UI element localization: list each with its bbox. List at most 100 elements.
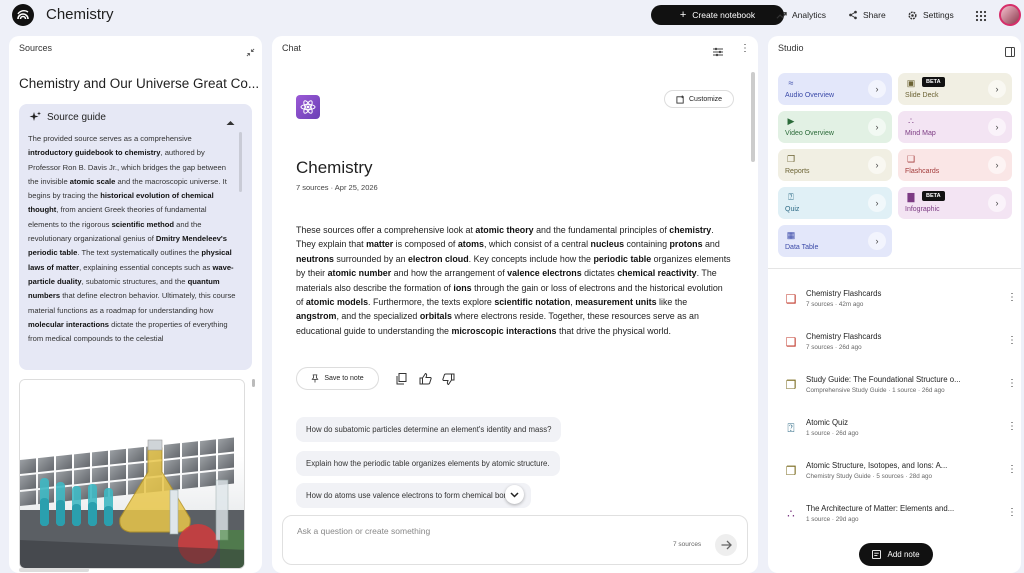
more-options-icon[interactable]: ⋮: [1007, 421, 1017, 432]
suggested-question[interactable]: How do subatomic particles determine an …: [296, 417, 562, 442]
note-item[interactable]: ❑ Chemistry Flashcards 7 sources · 42m ago…: [782, 287, 1017, 317]
chevron-up-icon[interactable]: [226, 113, 235, 131]
settings-button[interactable]: Settings: [907, 6, 954, 24]
notebook-title[interactable]: Chemistry: [46, 6, 114, 23]
note-item[interactable]: ⍰ Atomic Quiz 1 source · 26d ago ⋮: [782, 416, 1017, 446]
sources-scrollbar[interactable]: [252, 379, 255, 387]
studio-tile-quiz[interactable]: ⍰ Quiz ›: [778, 187, 892, 219]
note-item[interactable]: ❐ Study Guide: The Foundational Structure…: [782, 373, 1017, 403]
sparkle-icon: [29, 111, 41, 121]
studio-tile-slide-deck[interactable]: ▣ BETA Slide Deck ›: [898, 73, 1012, 105]
image-scrollbar[interactable]: [19, 568, 89, 572]
thumbs-up-icon[interactable]: [418, 372, 432, 386]
studio-header-label: Studio: [778, 43, 804, 53]
avatar[interactable]: [999, 4, 1021, 26]
add-note-label: Add note: [887, 550, 920, 559]
studio-tile-reports[interactable]: ❐ Reports ›: [778, 149, 892, 181]
copy-icon[interactable]: [394, 372, 408, 386]
send-button[interactable]: [715, 534, 737, 556]
suggested-question[interactable]: How do atoms use valence electrons to fo…: [296, 483, 531, 508]
note-meta: 1 source · 29d ago: [806, 516, 859, 523]
studio-tile-label: Mind Map: [905, 130, 936, 137]
data-table-icon: ▦: [786, 229, 796, 240]
chat-header: Chat: [272, 36, 758, 60]
chevron-right-icon[interactable]: ›: [868, 118, 886, 136]
audio-wave-icon: ≈: [788, 78, 794, 88]
share-button[interactable]: Share: [848, 6, 886, 24]
more-options-icon[interactable]: ⋮: [1007, 378, 1017, 389]
source-cover-image: [19, 379, 245, 569]
source-guide-header[interactable]: Source guide: [29, 111, 106, 123]
arrow-right-icon: [721, 540, 732, 550]
note-title: Chemistry Flashcards: [806, 289, 882, 298]
studio-tile-label: Flashcards: [905, 168, 940, 175]
more-options-icon[interactable]: ⋮: [1007, 464, 1017, 475]
chevron-right-icon[interactable]: ›: [868, 232, 886, 250]
suggested-question[interactable]: Explain how the periodic table organizes…: [296, 451, 560, 476]
chevron-right-icon[interactable]: ›: [988, 194, 1006, 212]
studio-tile-label: Slide Deck: [905, 92, 939, 99]
chat-input[interactable]: [297, 526, 597, 536]
more-options-icon[interactable]: ⋮: [1007, 507, 1017, 518]
video-icon: ▶: [787, 115, 795, 126]
sources-header: Sources: [9, 36, 262, 60]
source-guide: Source guide The provided source serves …: [19, 104, 252, 370]
chevron-right-icon[interactable]: ›: [868, 194, 886, 212]
scroll-down-button[interactable]: [505, 485, 524, 504]
studio-tile-label: Audio Overview: [785, 92, 835, 99]
report-icon: ❐: [786, 153, 796, 164]
studio-tile-infographic[interactable]: ▇ BETA Infographic ›: [898, 187, 1012, 219]
more-options-icon[interactable]: ⋮: [740, 43, 750, 54]
more-options-icon[interactable]: ⋮: [1007, 335, 1017, 346]
flashcards-icon: ❑: [906, 153, 916, 164]
thumbs-down-icon[interactable]: [441, 372, 455, 386]
more-options-icon[interactable]: ⋮: [1007, 292, 1017, 303]
chevron-right-icon[interactable]: ›: [988, 80, 1006, 98]
sources-header-label: Sources: [19, 43, 53, 53]
note-item[interactable]: ❐ Atomic Structure, Isotopes, and Ions: A…: [782, 459, 1017, 489]
add-note-button[interactable]: Add note: [859, 543, 933, 566]
sources-panel: Sources Chemistry and Our Universe Great…: [9, 36, 262, 573]
studio-tile-video-overview[interactable]: ▶ Video Overview ›: [778, 111, 892, 143]
note-title: Study Guide: The Foundational Structure …: [806, 375, 961, 384]
studio-tile-audio-overview[interactable]: ≈ Audio Overview ›: [778, 73, 892, 105]
infographic-icon: ▇: [907, 191, 915, 202]
analytics-button[interactable]: Analytics: [776, 6, 826, 24]
note-item[interactable]: ∴ The Architecture of Matter: Elements an…: [782, 502, 1017, 532]
note-title: Atomic Quiz: [806, 418, 849, 427]
chevron-right-icon[interactable]: ›: [868, 156, 886, 174]
note-meta: 7 sources · 26d ago: [806, 344, 862, 351]
collapse-panel-icon[interactable]: [246, 44, 255, 62]
studio-tile-data-table[interactable]: ▦ Data Table ›: [778, 225, 892, 257]
flashcards-icon: ❑: [785, 292, 797, 306]
source-guide-title: Source guide: [47, 111, 106, 123]
studio-panel: Studio ≈ Audio Overview › ▣ BETA Slide Deck › ▶…: [768, 36, 1021, 573]
chevron-right-icon[interactable]: ›: [988, 118, 1006, 136]
chevron-right-icon[interactable]: ›: [988, 156, 1006, 174]
toggle-panel-icon[interactable]: [1005, 44, 1015, 62]
chat-summary: These sources offer a comprehensive look…: [296, 225, 731, 336]
save-to-note-label: Save to note: [324, 375, 364, 382]
apps-grid-icon[interactable]: [975, 9, 987, 27]
tune-icon[interactable]: [713, 44, 723, 62]
customize-icon: [676, 94, 684, 104]
note-item[interactable]: ❑ Chemistry Flashcards 7 sources · 26d ago…: [782, 330, 1017, 360]
save-to-note-button[interactable]: Save to note: [296, 367, 379, 390]
analytics-label: Analytics: [792, 10, 827, 20]
chevron-right-icon[interactable]: ›: [868, 80, 886, 98]
chat-scrollbar[interactable]: [751, 72, 755, 162]
mind-map-icon: ∴: [787, 507, 795, 521]
studio-header: Studio: [768, 36, 1021, 60]
guide-scrollbar[interactable]: [239, 132, 242, 192]
atom-icon: [296, 95, 320, 119]
studio-tile-flashcards[interactable]: ❑ Flashcards ›: [898, 149, 1012, 181]
note-title: Chemistry Flashcards: [806, 332, 882, 341]
create-notebook-label: Create notebook: [692, 10, 756, 20]
studio-tile-mind-map[interactable]: ∴ Mind Map ›: [898, 111, 1012, 143]
note-title: Atomic Structure, Isotopes, and Ions: A.…: [806, 461, 948, 470]
app-logo-icon[interactable]: [12, 4, 34, 26]
create-notebook-button[interactable]: + Create notebook: [651, 5, 784, 25]
report-icon: ❐: [785, 378, 797, 392]
beta-badge: BETA: [922, 77, 945, 87]
customize-button[interactable]: Customize: [664, 90, 734, 108]
